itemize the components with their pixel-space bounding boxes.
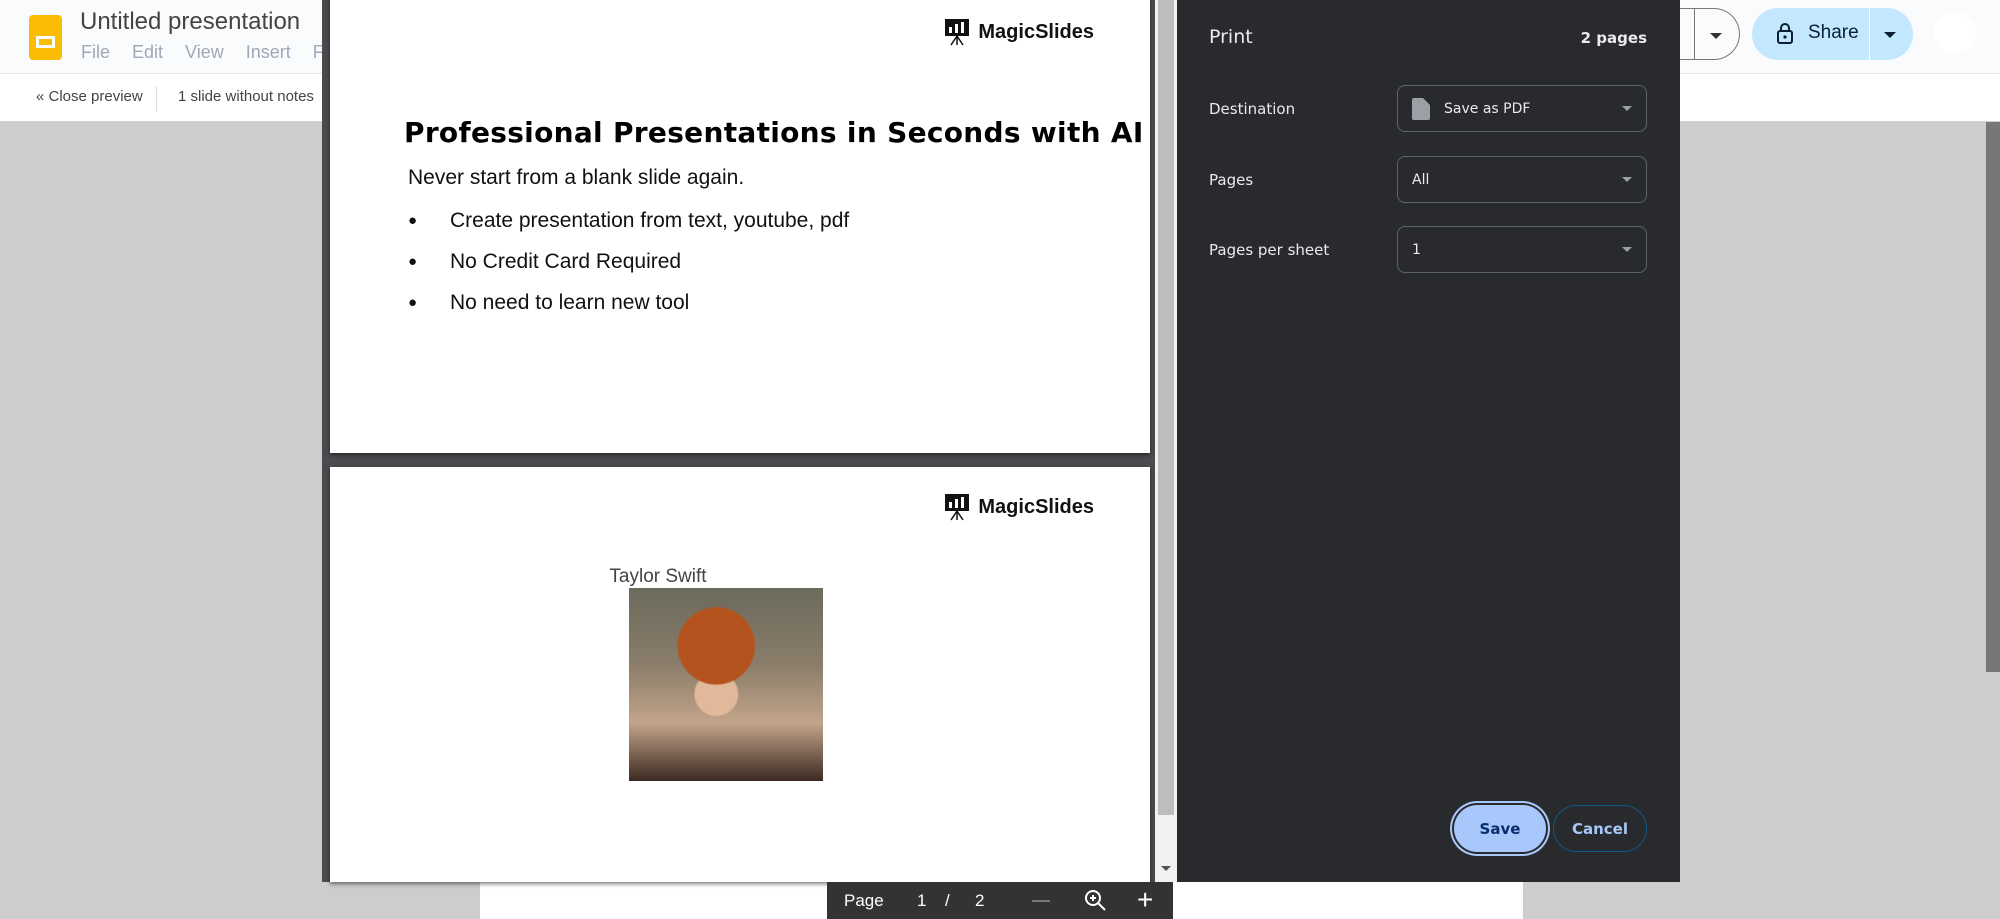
presentation-board-icon: [945, 19, 970, 46]
preview-scrollbar[interactable]: [1155, 0, 1177, 882]
slide-subtitle: Never start from a blank slide again.: [408, 166, 745, 189]
cancel-button[interactable]: Cancel: [1553, 805, 1647, 852]
presentation-board-icon: [945, 494, 970, 521]
zoom-out-icon[interactable]: [1032, 900, 1050, 902]
save-button[interactable]: Save: [1454, 805, 1546, 852]
print-panel: Print 2 pages Destination Save as PDF Pa…: [1177, 0, 1680, 882]
chevron-down-icon[interactable]: [1884, 32, 1896, 44]
pages-select[interactable]: All: [1397, 156, 1647, 203]
zoom-in-icon[interactable]: [1083, 888, 1107, 912]
page-count: 2 pages: [1580, 29, 1647, 47]
menu-view[interactable]: View: [185, 42, 224, 62]
preview-page-2: MagicSlides Taylor Swift: [330, 467, 1150, 882]
scroll-down-icon[interactable]: [1161, 866, 1171, 876]
share-button[interactable]: Share: [1752, 8, 1913, 60]
chevron-down-icon: [1710, 33, 1722, 45]
avatar[interactable]: [1934, 12, 1976, 54]
magicslides-logo: MagicSlides: [944, 493, 1094, 521]
pages-per-sheet-select[interactable]: 1: [1397, 226, 1647, 273]
menu-file[interactable]: File: [81, 42, 110, 62]
bullet-item: No Credit Card Required: [408, 250, 681, 274]
magicslides-logo: MagicSlides: [944, 18, 1094, 46]
file-icon: [1412, 97, 1430, 120]
print-preview: MagicSlides Professional Presentations i…: [322, 0, 1180, 882]
lock-icon: [1777, 23, 1793, 44]
plus-icon[interactable]: +: [1137, 886, 1153, 914]
slides-logo-icon[interactable]: [29, 15, 62, 60]
bullet-item: Create presentation from text, youtube, …: [408, 209, 849, 233]
close-preview-button[interactable]: « Close preview: [36, 88, 143, 105]
destination-select[interactable]: Save as PDF: [1397, 85, 1647, 132]
right-scrollbar[interactable]: [1986, 122, 2000, 672]
menu-bar: File Edit View Insert F: [81, 42, 346, 63]
preview-page-1: MagicSlides Professional Presentations i…: [330, 0, 1150, 453]
bullet-item: No need to learn new tool: [408, 291, 689, 315]
menu-insert[interactable]: Insert: [246, 42, 291, 62]
notes-option-dropdown[interactable]: 1 slide without notes: [178, 88, 314, 105]
share-label: Share: [1808, 22, 1859, 43]
slide-title: Professional Presentations in Seconds wi…: [404, 116, 1144, 149]
document-title[interactable]: Untitled presentation: [80, 8, 300, 36]
page-number-input[interactable]: 1: [917, 891, 926, 911]
print-title: Print: [1209, 26, 1253, 48]
taylor-swift-photo: [629, 588, 823, 781]
pdf-page-toolbar: Page 1 / 2 +: [827, 882, 1173, 919]
menu-edit[interactable]: Edit: [132, 42, 163, 62]
image-caption: Taylor Swift: [609, 566, 707, 587]
